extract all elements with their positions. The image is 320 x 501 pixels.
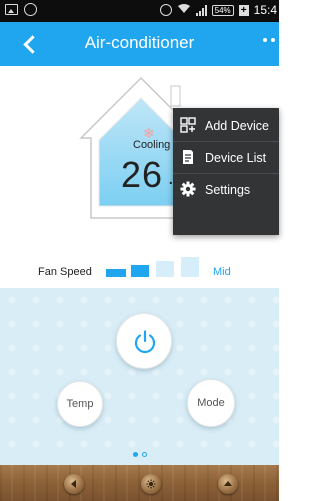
alarm-icon	[159, 4, 172, 16]
mode-button-label: Mode	[197, 397, 225, 409]
snowflake-icon: ❄	[143, 125, 155, 141]
menu-item-label: Device List	[205, 151, 267, 165]
menu-item-device-list[interactable]: Device List	[173, 142, 279, 173]
wifi-icon	[177, 3, 191, 17]
menu-item-settings[interactable]: Settings	[173, 174, 279, 205]
clock: 15:4	[253, 3, 277, 17]
device-list-icon	[183, 150, 193, 164]
temperature-value: 26	[121, 154, 164, 195]
fan-level-2[interactable]	[131, 265, 149, 277]
status-bar: 54% + 15:4	[0, 0, 279, 22]
power-icon	[134, 330, 156, 354]
fan-level-4[interactable]	[181, 257, 199, 277]
nav-back-icon[interactable]	[64, 474, 84, 494]
app-notification-icon	[24, 3, 37, 16]
fan-speed-row: Fan Speed Mid	[0, 256, 279, 286]
thermostat-display-area: ❄ Cooling 26 .0 Add Device Device List	[0, 66, 279, 256]
app-bar: Air-conditioner	[0, 22, 279, 66]
more-options-icon[interactable]	[263, 38, 275, 42]
control-panel: Temp Mode	[0, 288, 279, 465]
status-left-icons	[5, 3, 37, 16]
page-dot[interactable]	[132, 452, 138, 457]
options-menu: Add Device Device List Settings	[173, 108, 279, 235]
battery-level: 54%	[211, 4, 234, 16]
menu-item-label: Settings	[205, 183, 251, 197]
page-indicator	[0, 452, 279, 457]
fan-level-1[interactable]	[106, 269, 126, 277]
signal-icon	[195, 4, 207, 16]
add-device-icon	[180, 117, 196, 133]
power-button[interactable]	[116, 313, 172, 369]
nav-recent-icon[interactable]	[218, 474, 238, 494]
status-right-icons: 54% + 15:4	[159, 3, 277, 17]
menu-item-add-device[interactable]: Add Device	[173, 110, 279, 141]
fan-speed-label: Fan Speed	[38, 266, 92, 278]
fan-level-3[interactable]	[156, 261, 174, 277]
page-dot[interactable]	[141, 452, 147, 457]
nav-home-icon[interactable]	[141, 474, 161, 494]
mode-button[interactable]: Mode	[187, 379, 235, 427]
settings-gear-icon	[180, 181, 196, 197]
fan-speed-value: Mid	[213, 266, 231, 278]
navigation-bar	[0, 465, 279, 501]
page-title: Air-conditioner	[84, 33, 195, 52]
mode-status: Cooling	[133, 139, 171, 151]
temp-button-label: Temp	[66, 398, 94, 410]
gallery-notification-icon	[5, 4, 18, 15]
temp-button[interactable]: Temp	[57, 381, 103, 427]
menu-item-label: Add Device	[205, 119, 269, 133]
charging-icon: +	[238, 4, 249, 16]
